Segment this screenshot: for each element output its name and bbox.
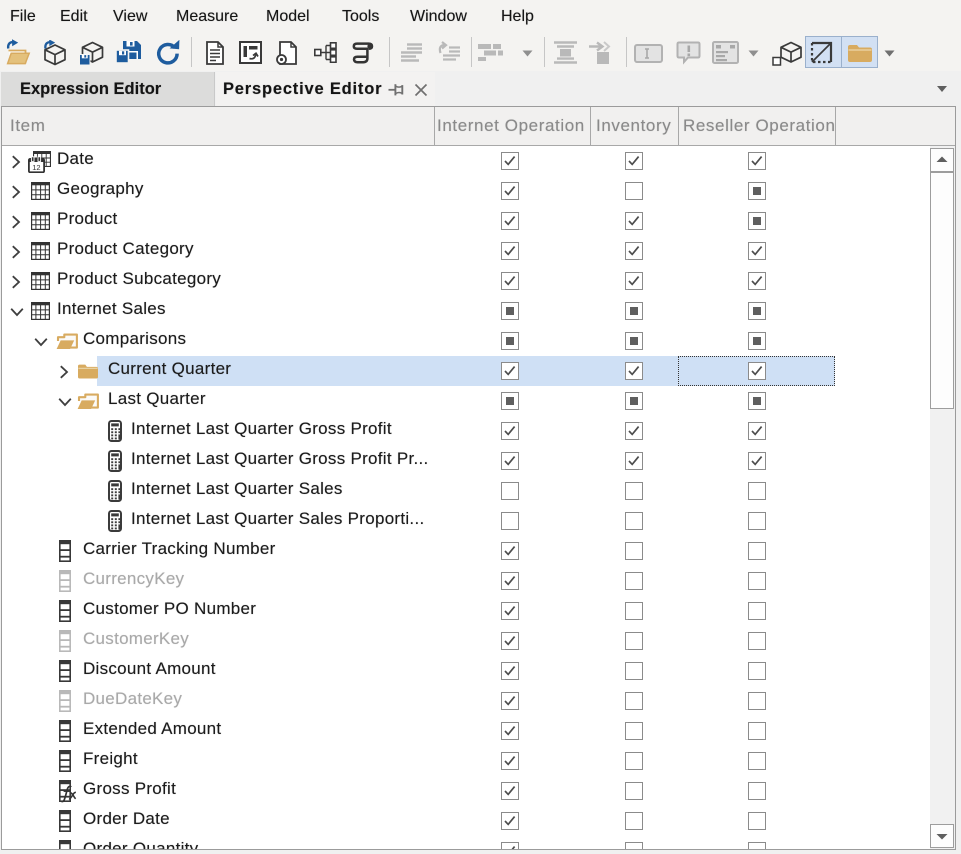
svg-text:12: 12 (32, 163, 40, 172)
